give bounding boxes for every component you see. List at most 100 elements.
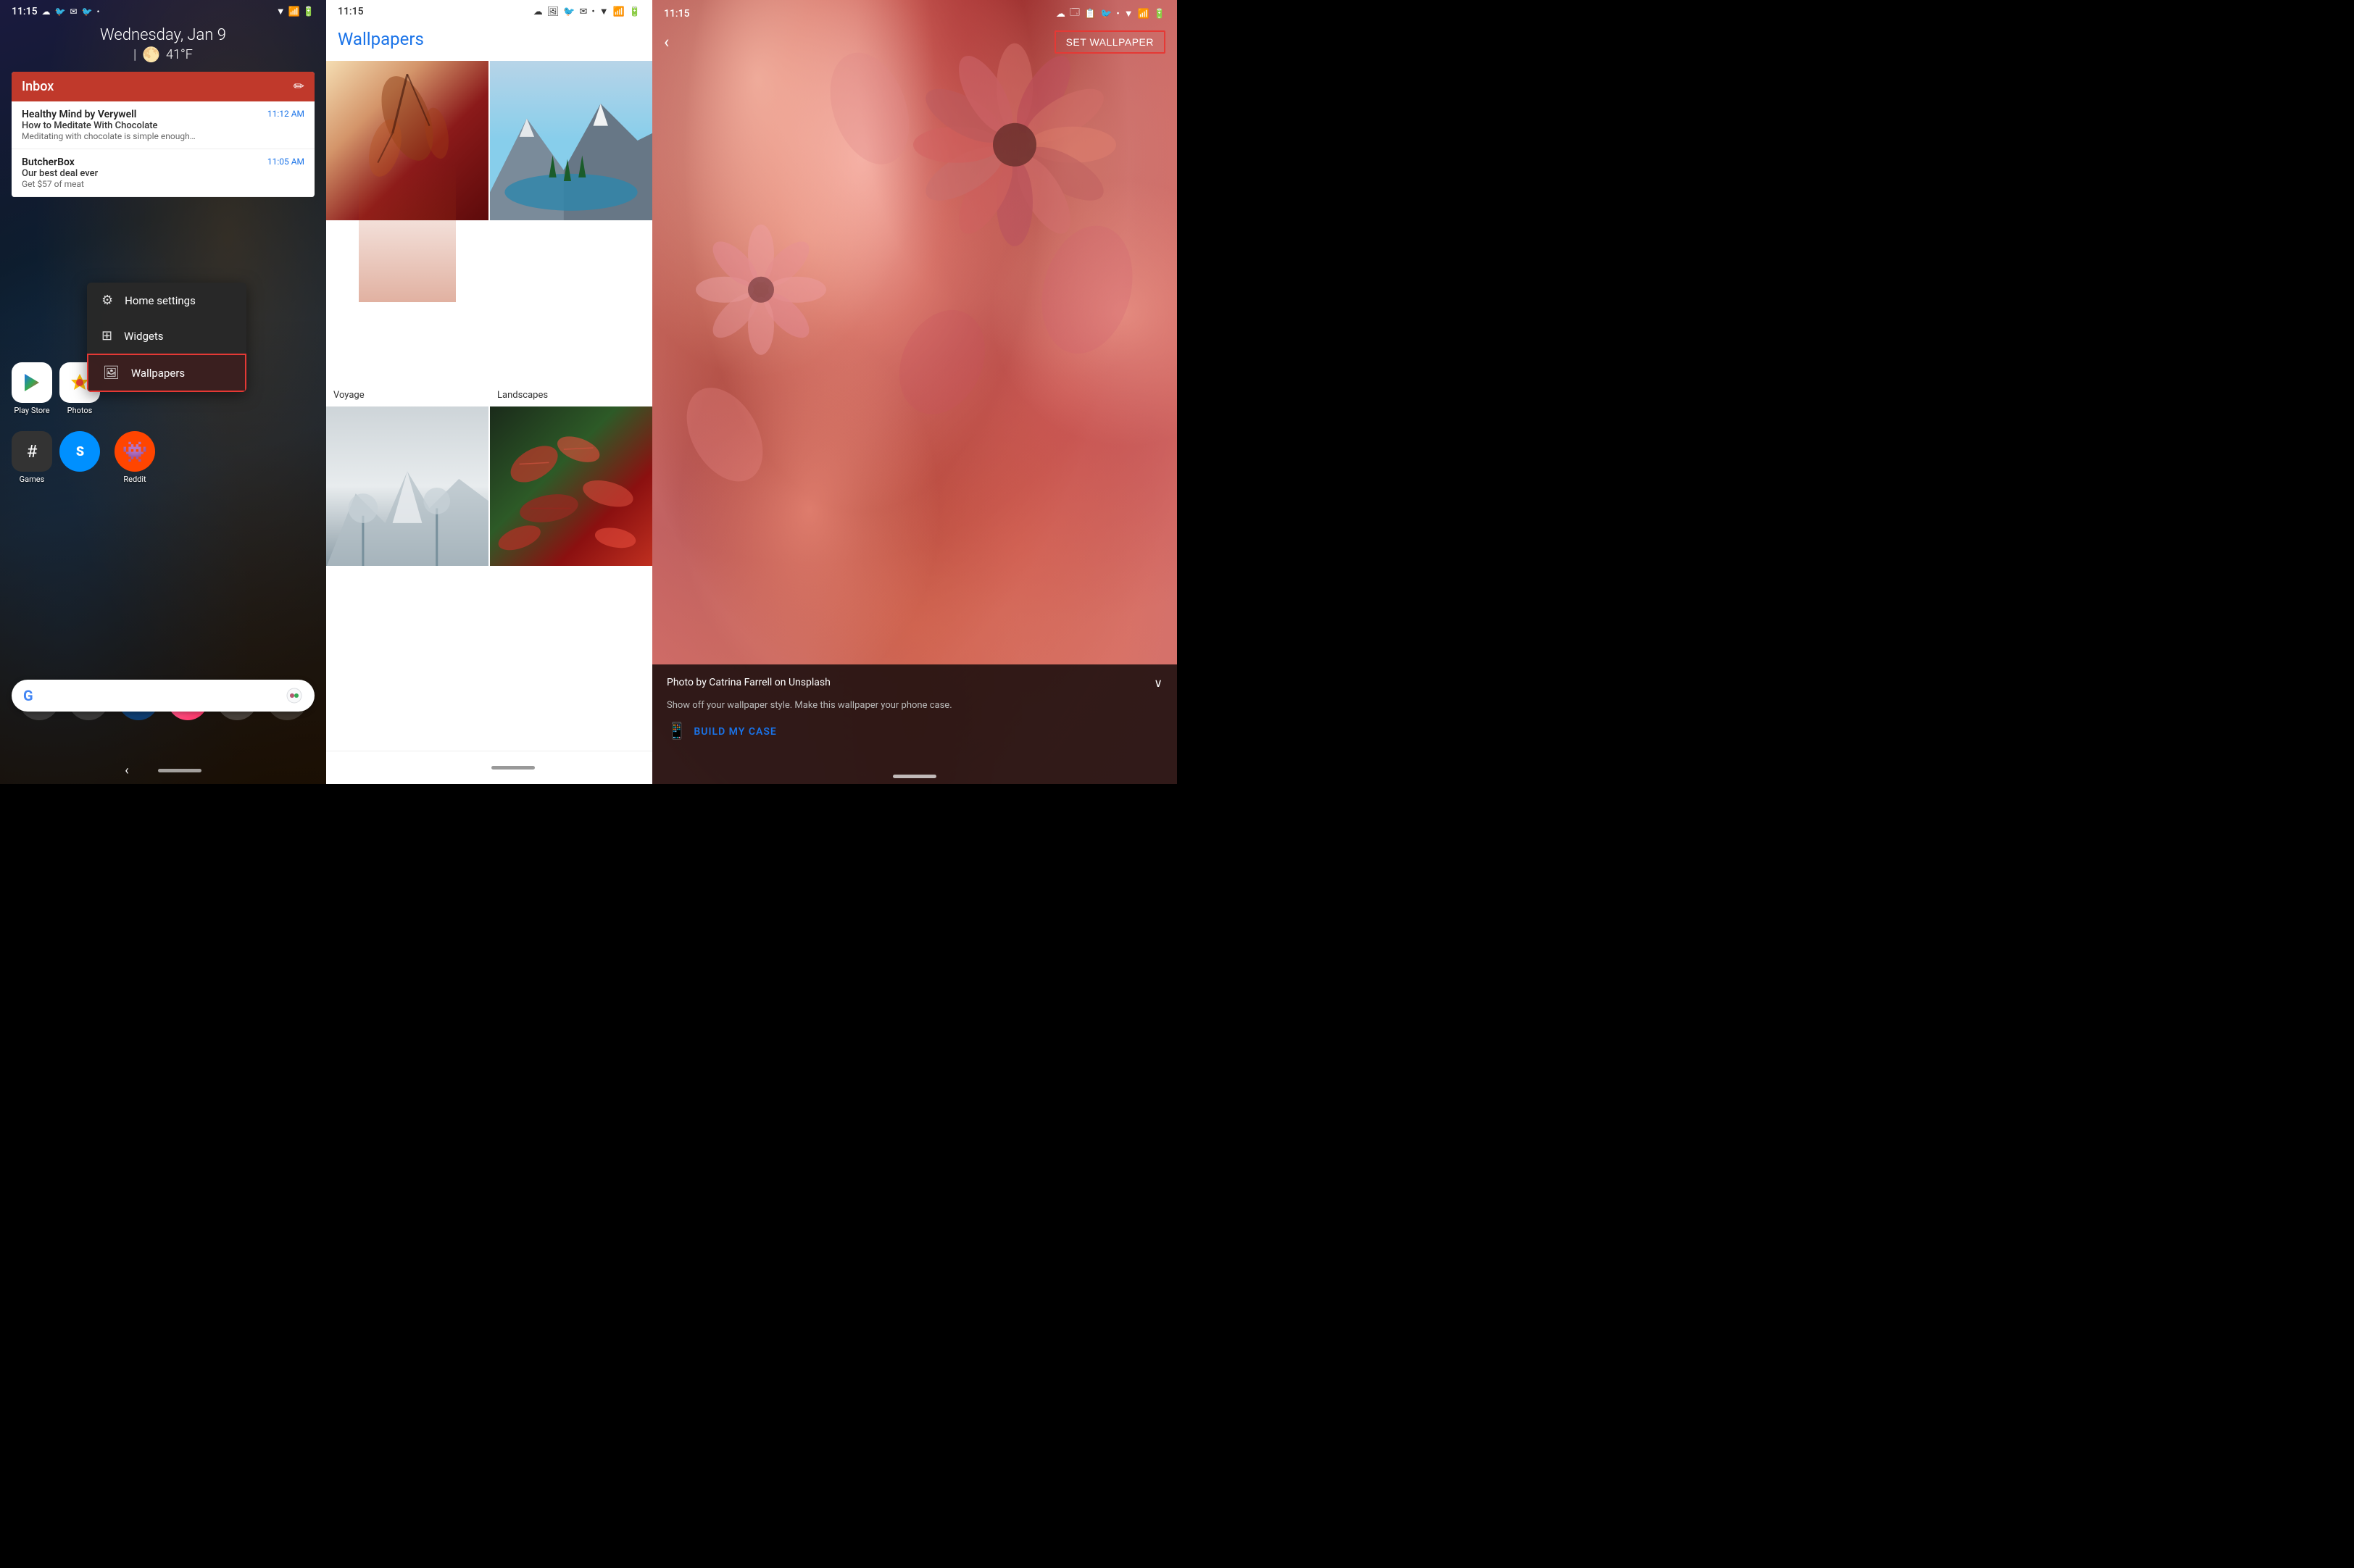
mail-icon-2: ✉ bbox=[579, 7, 587, 17]
weather-icon: 🌕 bbox=[142, 46, 160, 63]
nav-bar-1: ‹ bbox=[0, 763, 326, 778]
games-label: Games bbox=[20, 475, 45, 484]
wallpapers-title: Wallpapers bbox=[326, 20, 652, 61]
mail-icon-1: ✉ bbox=[70, 7, 77, 17]
sender-2: ButcherBox bbox=[22, 157, 75, 168]
signal-icon-2: 📶 bbox=[613, 7, 625, 17]
context-menu: ⚙ Home settings ⊞ Widgets 🖼 Wallpapers bbox=[87, 283, 246, 392]
dot-icon: • bbox=[97, 7, 100, 17]
back-nav-2[interactable]: ‹ bbox=[444, 760, 447, 775]
menu-widgets-label: Widgets bbox=[124, 330, 163, 343]
build-case-link[interactable]: BUILD MY CASE bbox=[694, 726, 776, 738]
wifi-icon-3: ▼ bbox=[1124, 8, 1134, 20]
battery-icon-3: 🔋 bbox=[1154, 9, 1165, 20]
grey-thumbnail bbox=[326, 406, 488, 566]
twitter-icon-4: 🐦 bbox=[1100, 9, 1112, 20]
subject-1: How to Meditate With Chocolate bbox=[22, 120, 304, 131]
wifi-icon-2: ▼ bbox=[599, 6, 609, 17]
time-1: 11:12 AM bbox=[267, 109, 304, 119]
inbox-item-2[interactable]: ButcherBox 11:05 AM Our best deal ever G… bbox=[12, 149, 315, 197]
wallpaper-info-panel: Photo by Catrina Farrell on Unsplash ∨ S… bbox=[652, 664, 1177, 785]
set-wallpaper-button[interactable]: SET WALLPAPER bbox=[1055, 30, 1165, 54]
wallpaper-preview-screen: 11:15 ☁ 🗔 📋 🐦 • ▼ 📶 🔋 ‹ SET WALLPAPER Ph… bbox=[652, 0, 1177, 784]
cloud-icon-3: ☁ bbox=[1056, 9, 1065, 20]
battery-icon-1: 🔋 bbox=[303, 7, 315, 17]
reddit-app[interactable]: 👾 Reddit bbox=[115, 431, 155, 484]
leaves-thumbnail bbox=[490, 406, 652, 566]
status-icons-2: ☁ 🖼 🐦 ✉ • ▼ 📶 🔋 bbox=[533, 6, 641, 17]
status-left-1: 11:15 ☁ 🐦 ✉ 🐦 • bbox=[12, 6, 100, 17]
twitter-icon-3: 🐦 bbox=[563, 7, 575, 17]
menu-item-widgets[interactable]: ⊞ Widgets bbox=[87, 318, 246, 354]
landscapes-thumbnail bbox=[490, 61, 652, 220]
menu-item-wallpapers[interactable]: 🖼 Wallpapers bbox=[87, 354, 246, 392]
preview-2: Get $57 of meat bbox=[22, 179, 196, 189]
google-search-bar[interactable]: G bbox=[12, 680, 315, 712]
notes-icon-3: 📋 bbox=[1084, 9, 1096, 20]
home-screen: 11:15 ☁ 🐦 ✉ 🐦 • ▼ 📶 🔋 Wednesday, Jan 9 |… bbox=[0, 0, 326, 784]
play-store-label: Play Store bbox=[14, 406, 49, 415]
status-bar-3: 11:15 ☁ 🗔 📋 🐦 • ▼ 📶 🔋 bbox=[652, 0, 1177, 25]
widgets-icon: ⊞ bbox=[101, 328, 112, 343]
reddit-icon: 👾 bbox=[115, 431, 155, 472]
home-indicator-1[interactable] bbox=[158, 769, 201, 772]
nav-bar-3 bbox=[652, 775, 1177, 778]
signal-icon-3: 📶 bbox=[1138, 9, 1149, 20]
photo-credit-row: Photo by Catrina Farrell on Unsplash ∨ bbox=[667, 676, 1163, 690]
play-store-app[interactable]: Play Store bbox=[12, 362, 52, 415]
voyage-thumbnail bbox=[326, 61, 488, 220]
subject-2: Our best deal ever bbox=[22, 168, 304, 179]
reddit-label: Reddit bbox=[123, 475, 146, 484]
games-app[interactable]: # Games bbox=[12, 431, 52, 484]
status-icons-3: ☁ 🗔 📋 🐦 • ▼ 📶 🔋 bbox=[1056, 6, 1165, 22]
photo-icon-2: 🖼 bbox=[547, 7, 560, 17]
settings-icon: ⚙ bbox=[101, 293, 113, 308]
weather-row: | 🌕 41°F bbox=[0, 46, 326, 63]
cloud-icon: ☁ bbox=[42, 7, 51, 17]
back-button-3[interactable]: ‹ bbox=[664, 32, 669, 52]
games-icon: # bbox=[12, 431, 52, 472]
signal-icon-1: 📶 bbox=[288, 7, 300, 17]
inbox-title: Inbox bbox=[22, 79, 54, 94]
menu-wallpapers-label: Wallpapers bbox=[131, 367, 185, 380]
home-indicator-2[interactable] bbox=[491, 766, 535, 770]
wallpaper-voyage-cell[interactable]: Voyage bbox=[326, 61, 488, 405]
inbox-card[interactable]: Inbox ✏ Healthy Mind by Verywell 11:12 A… bbox=[12, 72, 315, 197]
chevron-down-icon[interactable]: ∨ bbox=[1154, 676, 1163, 690]
temperature: 41°F bbox=[166, 47, 193, 62]
menu-item-home-settings[interactable]: ⚙ Home settings bbox=[87, 283, 246, 318]
time-2: 11:05 AM bbox=[267, 157, 304, 167]
separator: | bbox=[133, 47, 136, 62]
landscapes-label: Landscapes bbox=[490, 385, 652, 405]
inbox-item-1[interactable]: Healthy Mind by Verywell 11:12 AM How to… bbox=[12, 101, 315, 149]
wallpapers-screen: 11:15 ☁ 🖼 🐦 ✉ • ▼ 📶 🔋 Wallpapers bbox=[326, 0, 652, 784]
google-mic-icon[interactable] bbox=[286, 687, 303, 704]
nav-bar-2: ‹ bbox=[326, 751, 652, 784]
status-time-3: 11:15 bbox=[664, 8, 690, 20]
status-time-2: 11:15 bbox=[338, 6, 364, 17]
app-icons-row2: # Games S 👾 Reddit bbox=[12, 431, 155, 484]
inbox-row-1: Healthy Mind by Verywell 11:12 AM bbox=[22, 109, 304, 120]
menu-home-settings-label: Home settings bbox=[125, 294, 196, 307]
twitter-icon-1: 🐦 bbox=[55, 7, 66, 17]
status-time-1: 11:15 bbox=[12, 6, 38, 17]
preview-1: Meditating with chocolate is simple enou… bbox=[22, 131, 196, 141]
flower-svg bbox=[652, 0, 1177, 588]
shazam-app[interactable]: S bbox=[59, 431, 100, 484]
back-nav-1[interactable]: ‹ bbox=[125, 763, 128, 778]
dot-icon-2: • bbox=[591, 7, 594, 17]
build-case-row: 📱 BUILD MY CASE bbox=[667, 722, 1163, 741]
wallpaper-landscapes-cell[interactable]: Landscapes bbox=[490, 61, 652, 405]
wallpapers-menu-icon: 🖼 bbox=[103, 365, 120, 380]
home-indicator-3[interactable] bbox=[893, 775, 936, 778]
wallpaper-leaves-cell[interactable] bbox=[490, 406, 652, 751]
twitter-icon-2: 🐦 bbox=[82, 7, 93, 17]
play-store-icon bbox=[12, 362, 52, 403]
gallery-icon-3: 🗔 bbox=[1070, 6, 1080, 22]
photo-credit-text: Photo by Catrina Farrell on Unsplash bbox=[667, 677, 831, 688]
sender-1: Healthy Mind by Verywell bbox=[22, 109, 136, 120]
wallpaper-grey-cell[interactable] bbox=[326, 406, 488, 751]
google-logo: G bbox=[23, 687, 33, 704]
wifi-icon-1: ▼ bbox=[276, 6, 286, 17]
edit-icon[interactable]: ✏ bbox=[294, 79, 304, 94]
